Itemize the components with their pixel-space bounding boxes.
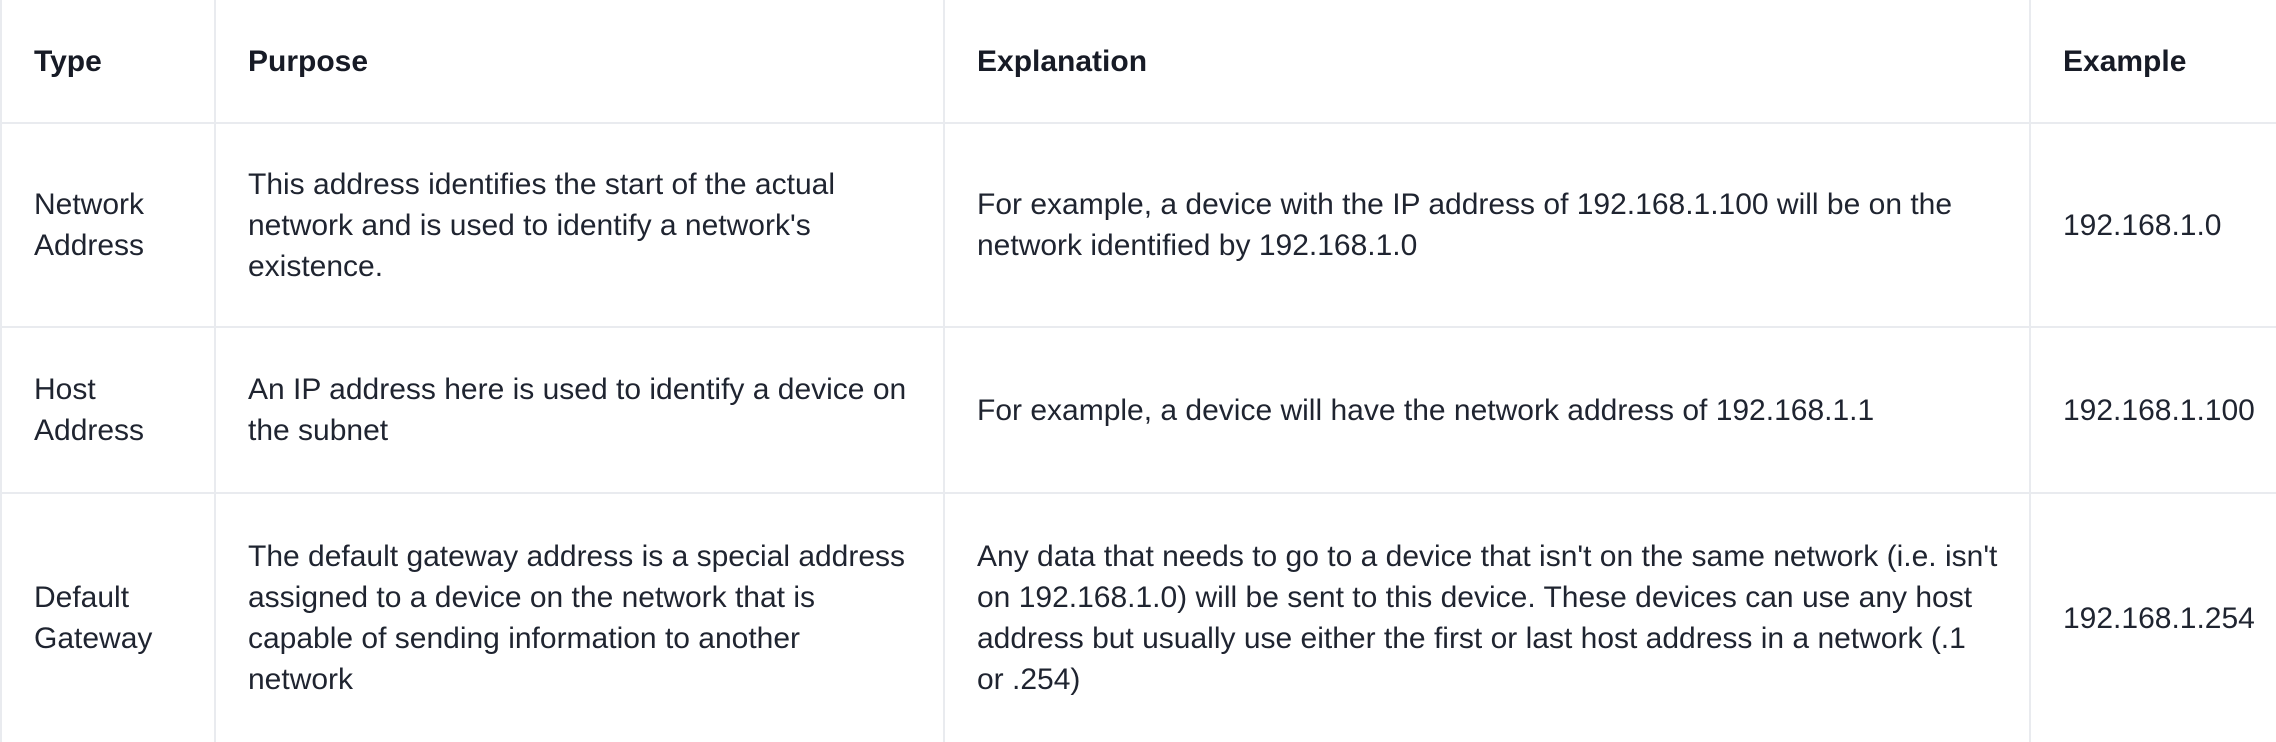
table-header-row: Type Purpose Explanation Example xyxy=(0,0,2276,124)
cell-type: Host Address xyxy=(0,326,216,494)
cell-explanation: For example, a device will have the netw… xyxy=(943,326,2031,494)
cell-example: 192.168.1.0 xyxy=(2029,122,2276,328)
table-row: Host Address An IP address here is used … xyxy=(0,326,2276,494)
cell-explanation: For example, a device with the IP addres… xyxy=(943,122,2031,328)
header-type: Type xyxy=(0,0,216,124)
cell-example: 192.168.1.254 xyxy=(2029,492,2276,742)
cell-purpose: An IP address here is used to identify a… xyxy=(214,326,945,494)
table-row: Default Gateway The default gateway addr… xyxy=(0,492,2276,742)
cell-explanation: Any data that needs to go to a device th… xyxy=(943,492,2031,742)
cell-type: Network Address xyxy=(0,122,216,328)
cell-type: Default Gateway xyxy=(0,492,216,742)
cell-purpose: The default gateway address is a special… xyxy=(214,492,945,742)
table-row: Network Address This address identifies … xyxy=(0,122,2276,328)
header-purpose: Purpose xyxy=(214,0,945,124)
cell-example: 192.168.1.100 xyxy=(2029,326,2276,494)
header-explanation: Explanation xyxy=(943,0,2031,124)
header-example: Example xyxy=(2029,0,2276,124)
address-types-table: Type Purpose Explanation Example Network… xyxy=(0,0,2276,742)
cell-purpose: This address identifies the start of the… xyxy=(214,122,945,328)
